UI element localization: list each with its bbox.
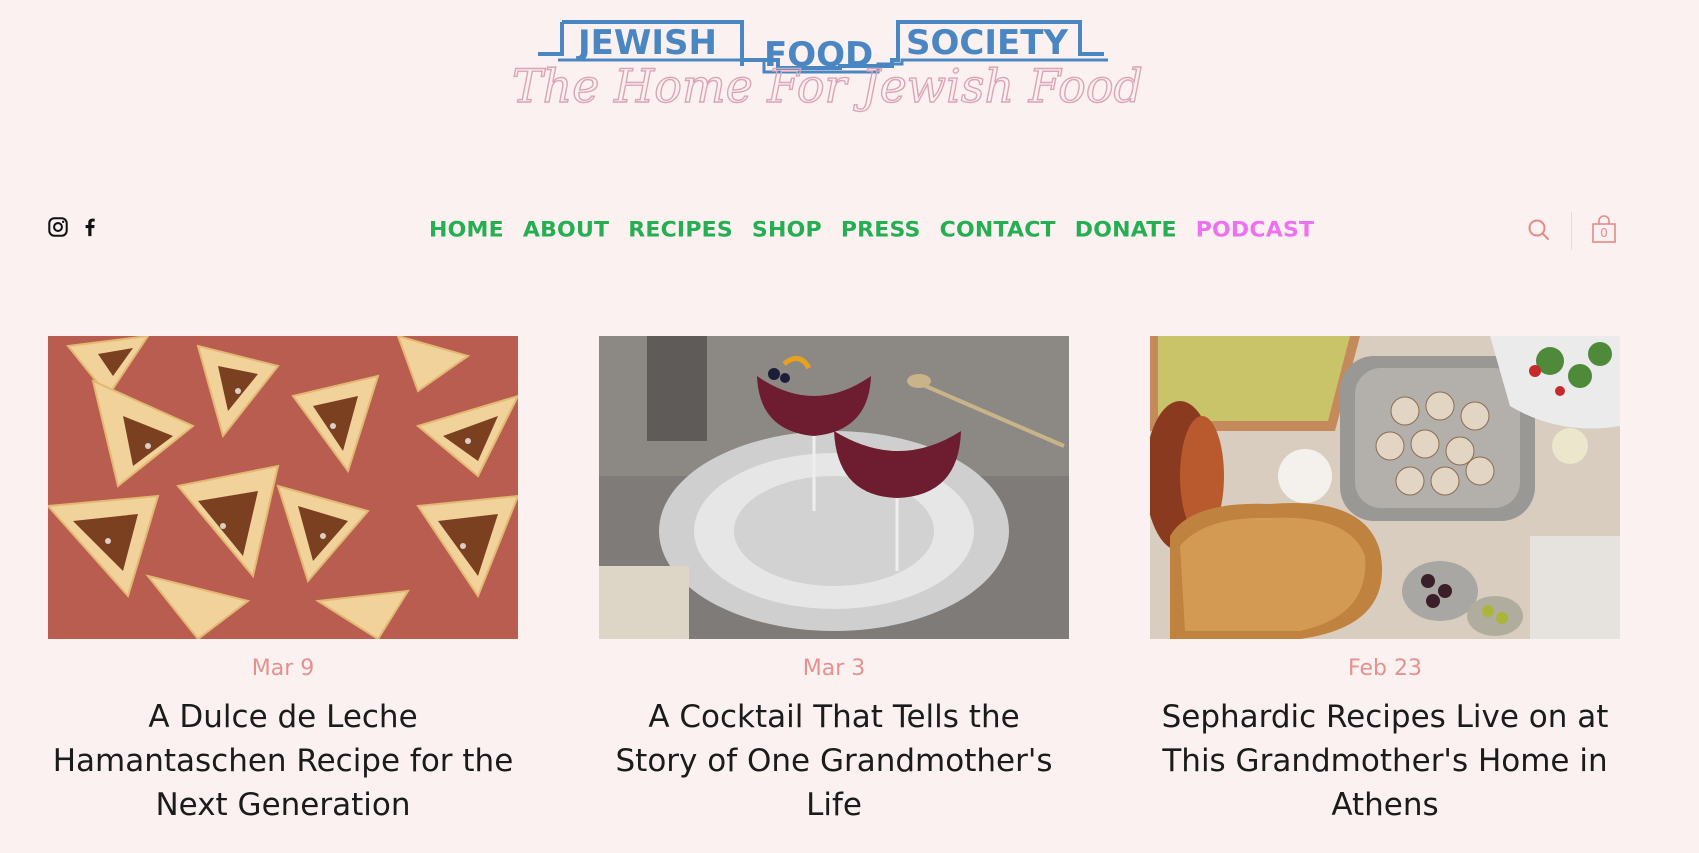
post-date: Mar 9 — [251, 656, 315, 681]
nav-item-recipes[interactable]: RECIPES — [628, 219, 733, 243]
site-logo[interactable]: JEWISH FOOD SOCIETY The Home For Jewish … — [500, 14, 1190, 126]
blog-post-card: Mar 9 A Dulce de Leche Hamantaschen Reci… — [48, 336, 518, 827]
post-image-sephardic[interactable] — [1150, 336, 1620, 639]
logo-word-1: JEWISH — [576, 23, 717, 63]
post-date: Mar 3 — [802, 656, 866, 681]
nav-item-shop[interactable]: SHOP — [752, 219, 822, 243]
main-nav: HOME ABOUT RECIPES SHOP PRESS CONTACT DO… — [429, 218, 1314, 243]
page: JEWISH FOOD SOCIETY The Home For Jewish … — [0, 0, 1699, 853]
search-icon — [1528, 219, 1549, 240]
logo-graphic: JEWISH FOOD SOCIETY The Home For Jewish … — [511, 20, 1144, 114]
search-button[interactable] — [1526, 217, 1552, 243]
nav-item-home[interactable]: HOME — [429, 219, 504, 243]
social-links — [47, 216, 101, 238]
nav-item-contact[interactable]: CONTACT — [940, 219, 1056, 243]
cart-button[interactable]: 0 — [1590, 214, 1618, 244]
logo-tagline: The Home For Jewish Food — [512, 59, 1143, 113]
nav-item-podcast[interactable]: PODCAST — [1196, 219, 1315, 243]
nav-item-press[interactable]: PRESS — [841, 219, 921, 243]
header-divider — [1571, 212, 1572, 250]
facebook-icon[interactable] — [79, 216, 101, 238]
post-title[interactable]: A Cocktail That Tells the Story of One G… — [599, 695, 1069, 827]
nav-item-about[interactable]: ABOUT — [523, 219, 609, 243]
post-image-cocktail[interactable] — [599, 336, 1069, 639]
post-date: Feb 23 — [1348, 656, 1422, 681]
instagram-icon[interactable] — [47, 216, 69, 238]
post-title[interactable]: A Dulce de Leche Hamantaschen Recipe for… — [48, 695, 518, 827]
blog-post-card: Mar 3 A Cocktail That Tells the Story of… — [599, 336, 1069, 853]
nav-item-donate[interactable]: DONATE — [1075, 219, 1177, 243]
post-image-hamantaschen[interactable] — [48, 336, 518, 639]
post-title[interactable]: Sephardic Recipes Live on at This Grandm… — [1150, 695, 1620, 827]
cart-count: 0 — [1600, 226, 1608, 240]
blog-post-card: Feb 23 Sephardic Recipes Live on at This… — [1150, 336, 1620, 827]
logo-word-3: SOCIETY — [906, 23, 1068, 63]
